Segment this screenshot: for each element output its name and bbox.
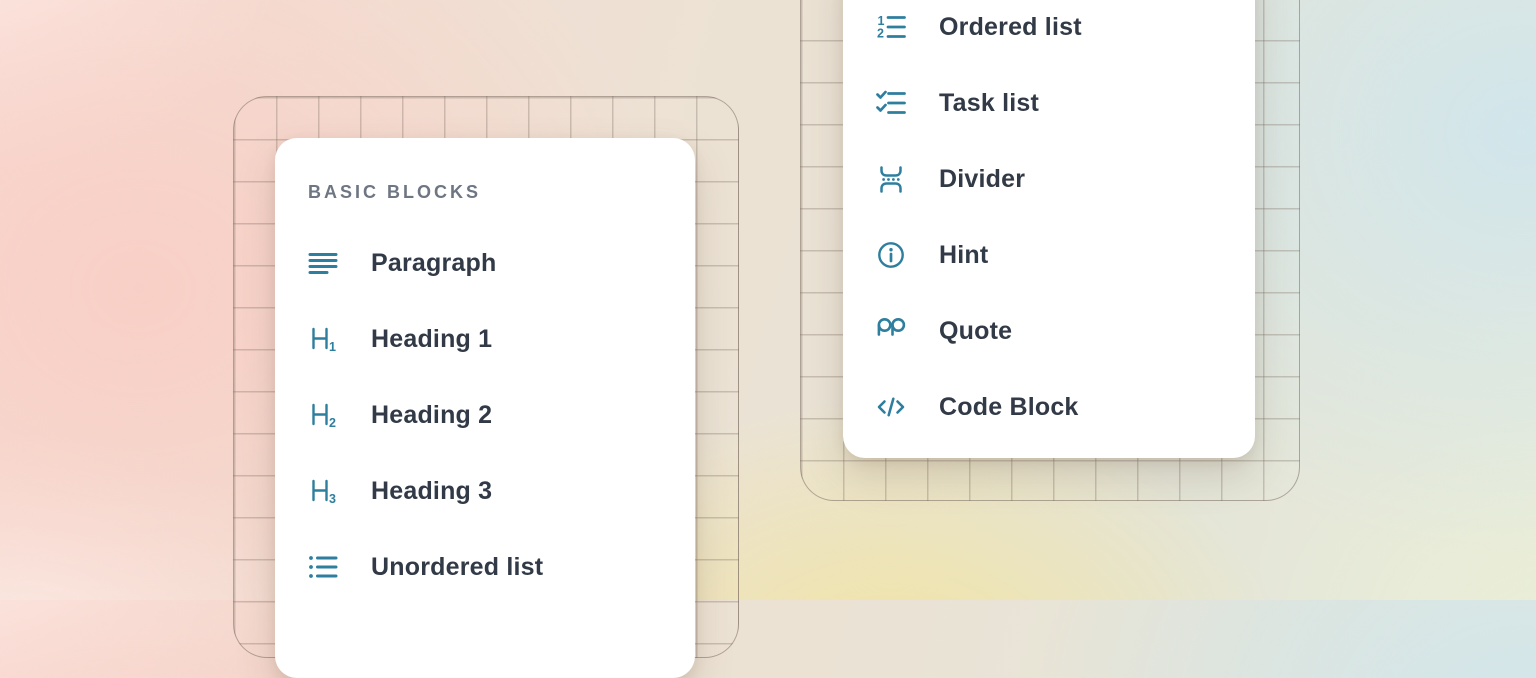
basic-blocks-card: BASIC BLOCKS Paragraph 1 Heading 1 2 Hea…: [275, 138, 695, 678]
menu-item-label: Ordered list: [939, 13, 1082, 42]
advanced-blocks-menu: 1 2 Ordered list Task list Divider Hint …: [843, 0, 1255, 445]
svg-text:2: 2: [329, 416, 336, 430]
menu-item-label: Divider: [939, 165, 1025, 194]
menu-item-label: Task list: [939, 89, 1039, 118]
paragraph-icon: [307, 247, 339, 279]
menu-item-heading-2[interactable]: 2 Heading 2: [275, 377, 695, 453]
menu-item-heading-3[interactable]: 3 Heading 3: [275, 453, 695, 529]
menu-item-label: Code Block: [939, 393, 1079, 422]
menu-item-label: Heading 2: [371, 401, 492, 430]
divider-icon: [875, 163, 907, 195]
menu-item-divider[interactable]: Divider: [843, 141, 1255, 217]
heading-1-icon: 1: [307, 323, 339, 355]
menu-item-label: Heading 1: [371, 325, 492, 354]
advanced-blocks-card: 1 2 Ordered list Task list Divider Hint …: [843, 0, 1255, 458]
basic-blocks-menu: Paragraph 1 Heading 1 2 Heading 2 3 Head…: [275, 225, 695, 605]
menu-item-label: Paragraph: [371, 249, 496, 278]
basic-blocks-header: BASIC BLOCKS: [308, 174, 695, 210]
heading-3-icon: 3: [307, 475, 339, 507]
menu-item-task-list[interactable]: Task list: [843, 65, 1255, 141]
heading-2-icon: 2: [307, 399, 339, 431]
hint-icon: [875, 239, 907, 271]
svg-text:2: 2: [877, 27, 884, 41]
menu-item-label: Quote: [939, 317, 1012, 346]
code-block-icon: [875, 391, 907, 423]
svg-text:3: 3: [329, 492, 336, 506]
menu-item-unordered-list[interactable]: Unordered list: [275, 529, 695, 605]
menu-item-hint[interactable]: Hint: [843, 217, 1255, 293]
quote-icon: [875, 315, 907, 347]
ordered-list-icon: 1 2: [875, 11, 907, 43]
task-list-icon: [875, 87, 907, 119]
menu-item-label: Hint: [939, 241, 988, 270]
menu-item-label: Unordered list: [371, 553, 543, 582]
menu-item-heading-1[interactable]: 1 Heading 1: [275, 301, 695, 377]
unordered-list-icon: [307, 551, 339, 583]
menu-item-quote[interactable]: Quote: [843, 293, 1255, 369]
menu-item-code-block[interactable]: Code Block: [843, 369, 1255, 445]
menu-item-paragraph[interactable]: Paragraph: [275, 225, 695, 301]
menu-item-ordered-list[interactable]: 1 2 Ordered list: [843, 0, 1255, 65]
menu-item-label: Heading 3: [371, 477, 492, 506]
svg-text:1: 1: [329, 340, 336, 354]
